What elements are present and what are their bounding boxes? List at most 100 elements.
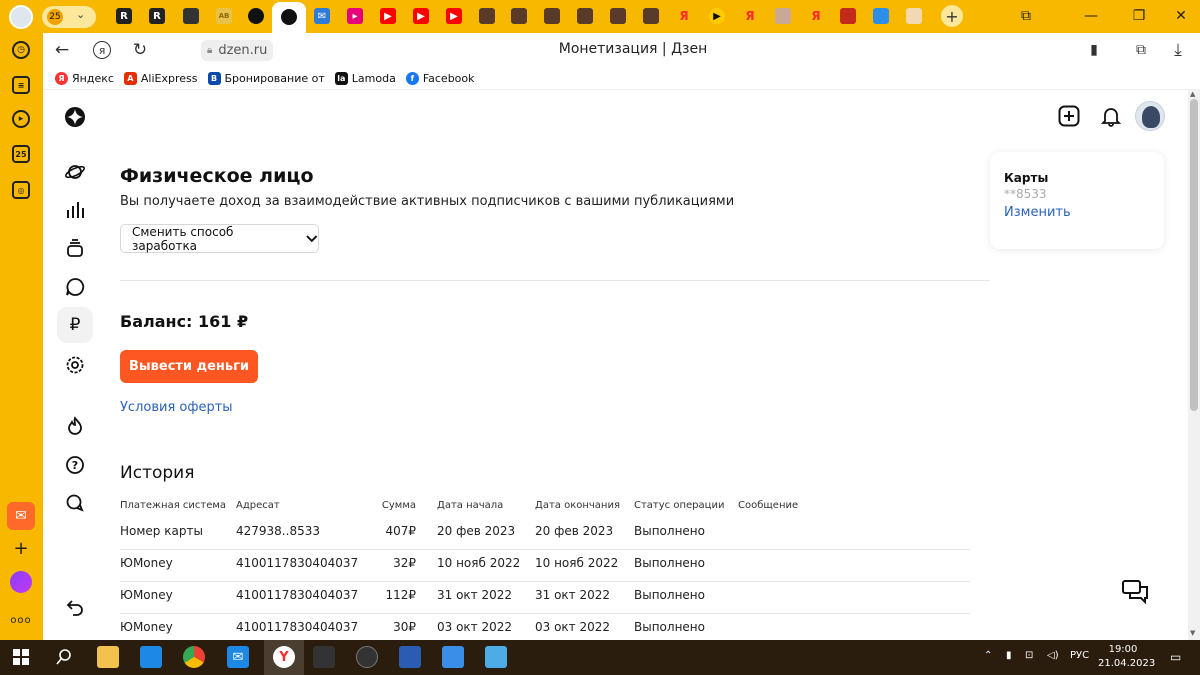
notes-app-icon[interactable] — [485, 646, 507, 668]
tab-favicon-mail[interactable]: ✉ — [314, 8, 330, 24]
logout-icon[interactable] — [63, 595, 87, 619]
download-icon[interactable]: ⤓ — [1167, 40, 1189, 60]
tray-chevron-up-icon[interactable]: ⌃ — [984, 650, 992, 661]
network-icon[interactable]: ⊡ — [1025, 650, 1033, 661]
withdraw-money-button[interactable]: Вывести деньги — [120, 350, 258, 383]
notifications-icon[interactable]: ▭ — [1170, 650, 1181, 664]
scroll-down-arrow-icon[interactable]: ▼ — [1190, 629, 1195, 637]
bookmark-booking[interactable]: B Бронирование от — [207, 71, 325, 85]
game-app-icon[interactable] — [313, 646, 335, 668]
monetization-ruble-icon[interactable]: ₽ — [57, 307, 93, 343]
change-earning-method-dropdown[interactable]: Сменить способ заработка — [120, 224, 319, 253]
dzen-logo-icon[interactable] — [63, 105, 87, 129]
tab-favicon-game[interactable] — [183, 8, 199, 24]
tab-favicon-ab[interactable]: AB — [216, 8, 232, 24]
back-arrow-icon[interactable]: ← — [51, 40, 73, 60]
change-card-link[interactable]: Изменить — [1004, 205, 1071, 220]
tab-favicon-img2[interactable] — [511, 8, 527, 24]
scroll-up-arrow-icon[interactable]: ▲ — [1190, 90, 1195, 98]
alice-assistant-icon[interactable] — [10, 571, 32, 593]
windows-start-icon[interactable] — [10, 646, 32, 668]
tab-favicon-red[interactable] — [840, 8, 856, 24]
bookmark-lamoda[interactable]: la Lamoda — [334, 71, 396, 85]
chevron-down-icon: ⌄ — [76, 8, 86, 21]
car-app-icon[interactable] — [399, 646, 421, 668]
bookmark-facebook[interactable]: f Facebook — [405, 71, 475, 85]
windows-taskbar: ✉ Y ⌃ ▮ ⊡ ◁) РУС 19:00 21.04.2023 ▭ — [0, 640, 1200, 675]
tab-favicon-yandex2[interactable]: Я — [742, 8, 758, 24]
more-icon[interactable]: ооо — [8, 607, 34, 633]
notifications-bell-icon[interactable] — [1099, 104, 1123, 128]
tab-favicon-photo[interactable] — [775, 8, 791, 24]
flame-icon[interactable] — [63, 414, 87, 438]
obs-icon[interactable] — [356, 646, 378, 668]
search-icon[interactable] — [53, 646, 75, 668]
browser-profile-avatar[interactable] — [9, 5, 33, 29]
offer-terms-link[interactable]: Условия оферты — [120, 400, 233, 415]
create-plus-icon[interactable] — [1057, 104, 1081, 128]
tab-favicon-img4[interactable] — [577, 8, 593, 24]
url-chip[interactable]: 🔒︎ dzen.ru — [201, 40, 274, 61]
network-app-icon[interactable] — [442, 646, 464, 668]
tab-favicon-img6[interactable] — [643, 8, 659, 24]
file-explorer-icon[interactable] — [97, 646, 119, 668]
minimize-button[interactable]: — — [1080, 6, 1102, 26]
calendar-icon[interactable]: 25 — [8, 141, 34, 167]
user-avatar[interactable] — [1135, 101, 1165, 131]
comment-icon[interactable] — [63, 275, 87, 299]
new-tab-button[interactable]: + — [941, 5, 963, 27]
video-play-icon[interactable]: ▸ — [8, 106, 34, 132]
tab-group-pill[interactable]: 25 ⌄ — [42, 6, 96, 28]
chat-icon[interactable] — [63, 491, 87, 515]
tab-favicon-emoji[interactable] — [906, 8, 922, 24]
chrome-icon[interactable] — [183, 646, 205, 668]
tab-favicon-r1[interactable]: R — [116, 8, 132, 24]
tab-favicon-play[interactable]: ▶ — [709, 8, 725, 24]
tab-favicon-r2[interactable]: R — [149, 8, 165, 24]
yandex-browser-icon[interactable]: Y — [273, 646, 295, 668]
settings-gear-icon[interactable] — [63, 353, 87, 377]
scroll-thumb[interactable] — [1190, 99, 1198, 411]
tab-favicon-youtube3[interactable]: ▶ — [446, 8, 462, 24]
booking-icon: B — [207, 71, 221, 85]
tab-favicon-youtube1[interactable]: ▶ — [380, 8, 396, 24]
maximize-button[interactable]: ❐ — [1128, 6, 1150, 26]
help-icon[interactable]: ? — [63, 453, 87, 477]
add-panel-icon[interactable]: + — [8, 535, 34, 561]
mail-app-icon[interactable]: ✉ — [7, 502, 35, 530]
bookmark-aliexpress[interactable]: A AliExpress — [123, 71, 198, 85]
tab-favicon-img3[interactable] — [544, 8, 560, 24]
mail-icon[interactable]: ✉ — [227, 646, 249, 668]
system-clock[interactable]: 19:00 21.04.2023 — [1098, 643, 1155, 671]
bookmark-yandex[interactable]: Я Яндекс — [55, 71, 114, 85]
tab-favicon-youtube2[interactable]: ▶ — [413, 8, 429, 24]
collections-icon[interactable]: ⧉ — [1130, 40, 1152, 60]
yandex-home-icon[interactable]: я — [91, 40, 113, 60]
lamoda-icon: la — [334, 71, 348, 85]
page-scrollbar[interactable]: ▲ ▼ — [1188, 89, 1200, 640]
history-icon[interactable]: ◷ — [8, 37, 34, 63]
tab-favicon-yandex1[interactable]: Я — [676, 8, 692, 24]
support-chat-icon[interactable] — [1117, 574, 1153, 610]
tab-favicon-blue[interactable] — [873, 8, 889, 24]
close-window-button[interactable]: ✕ — [1170, 6, 1192, 26]
tab-favicon-video[interactable]: ▸ — [347, 8, 363, 24]
notes-icon[interactable]: ≡ — [8, 72, 34, 98]
screenshot-icon[interactable]: ◎ — [8, 177, 34, 203]
reload-icon[interactable]: ↻ — [129, 40, 151, 60]
tab-active-dzen[interactable] — [272, 2, 306, 33]
tab-favicon-dzen[interactable] — [248, 8, 264, 24]
bookmark-icon[interactable]: ▮ — [1083, 40, 1105, 60]
language-indicator[interactable]: РУС — [1070, 650, 1089, 661]
tab-favicon-img5[interactable] — [610, 8, 626, 24]
layers-icon[interactable] — [63, 236, 87, 260]
tab-manager-icon[interactable]: ⧉ — [1015, 6, 1037, 26]
volume-icon[interactable]: ◁) — [1047, 650, 1059, 661]
microphone-icon[interactable]: ▮ — [1006, 650, 1012, 661]
url-text: dzen.ru — [218, 43, 268, 58]
planet-icon[interactable] — [63, 160, 87, 184]
tab-favicon-yandex3[interactable]: Я — [808, 8, 824, 24]
stats-icon[interactable] — [63, 198, 87, 222]
store-icon[interactable] — [140, 646, 162, 668]
tab-favicon-img1[interactable] — [479, 8, 495, 24]
